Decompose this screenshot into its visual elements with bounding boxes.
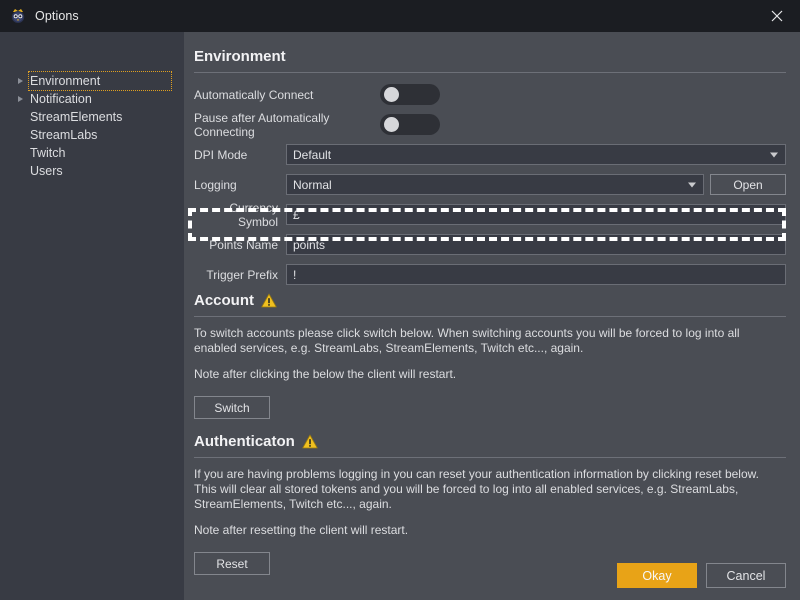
authentication-heading: Authenticaton <box>194 433 295 450</box>
pause-after-connecting-label: Pause after Automatically Connecting <box>194 110 330 139</box>
automatically-connect-toggle[interactable] <box>380 84 440 105</box>
currency-symbol-value: £ <box>293 207 300 222</box>
main-content-panel: Environment Automatically Connect Pause … <box>184 32 800 600</box>
dialog-footer: Okay Cancel <box>617 563 786 588</box>
toggle-knob <box>384 87 399 102</box>
account-paragraph-2: Note after clicking the below the client… <box>194 367 457 381</box>
trigger-prefix-label: Trigger Prefix <box>206 267 278 282</box>
dpi-mode-value: Default <box>293 147 332 162</box>
switch-account-button[interactable]: Switch <box>194 396 270 419</box>
dpi-mode-select[interactable]: Default <box>286 144 786 165</box>
owl-mascot-icon <box>9 7 27 25</box>
currency-symbol-input[interactable]: £ <box>286 204 786 225</box>
trigger-prefix-input[interactable]: ! <box>286 264 786 285</box>
trigger-prefix-value: ! <box>293 267 297 282</box>
points-name-value: points <box>293 237 326 252</box>
sidebar-item-label: Twitch <box>30 145 66 160</box>
toggle-knob <box>384 117 399 132</box>
title-bar: Options <box>0 0 800 32</box>
logging-label: Logging <box>194 177 237 192</box>
account-paragraph-1: To switch accounts please click switch b… <box>194 326 740 355</box>
sidebar-item-label: StreamElements <box>30 109 123 124</box>
chevron-down-icon <box>770 152 778 157</box>
row-automatically-connect: Automatically Connect <box>194 82 786 107</box>
logging-value: Normal <box>293 177 332 192</box>
page-title: Environment <box>194 48 286 65</box>
authentication-paragraph-2: Note after resetting the client will res… <box>194 523 409 537</box>
divider <box>194 72 786 73</box>
sidebar-item-label: Notification <box>30 91 92 106</box>
sidebar-item-notification[interactable]: Notification <box>0 90 184 108</box>
dpi-mode-label: DPI Mode <box>194 147 248 162</box>
row-pause-after-connecting: Pause after Automatically Connecting <box>194 110 786 139</box>
cancel-button[interactable]: Cancel <box>706 563 786 588</box>
points-name-input[interactable]: points <box>286 234 786 255</box>
selection-outline <box>28 71 172 91</box>
divider <box>194 316 786 317</box>
okay-button[interactable]: Okay <box>617 563 697 588</box>
automatically-connect-label: Automatically Connect <box>194 87 314 102</box>
currency-symbol-label: Currency Symbol <box>229 200 278 229</box>
sidebar-item-label: StreamLabs <box>30 127 98 142</box>
logging-select[interactable]: Normal <box>286 174 704 195</box>
chevron-right-icon[interactable] <box>18 78 23 84</box>
points-name-label: Points Name <box>209 237 278 252</box>
row-logging: Logging Normal Open <box>194 172 786 197</box>
warning-triangle-icon <box>302 434 318 449</box>
sidebar-item-environment[interactable]: Environment <box>0 71 184 91</box>
window-title: Options <box>35 9 79 23</box>
authentication-paragraph-1: If you are having problems logging in yo… <box>194 467 759 511</box>
row-trigger-prefix: Trigger Prefix ! <box>194 262 786 287</box>
sidebar-item-twitch[interactable]: Twitch <box>0 144 184 162</box>
divider <box>194 457 786 458</box>
pause-after-connecting-toggle[interactable] <box>380 114 440 135</box>
sidebar-item-label: Users <box>30 163 63 178</box>
account-section-header: Account <box>194 292 786 309</box>
open-log-button[interactable]: Open <box>710 174 786 195</box>
row-points-name: Points Name points <box>194 232 786 257</box>
chevron-down-icon <box>688 182 696 187</box>
account-heading: Account <box>194 292 254 309</box>
sidebar-item-users[interactable]: Users <box>0 162 184 180</box>
sidebar-item-streamlabs[interactable]: StreamLabs <box>0 126 184 144</box>
close-icon[interactable] <box>754 0 800 32</box>
row-dpi-mode: DPI Mode Default <box>194 142 786 167</box>
reset-authentication-button[interactable]: Reset <box>194 552 270 575</box>
chevron-right-icon[interactable] <box>18 96 23 102</box>
row-currency-symbol: Currency Symbol £ <box>194 200 786 229</box>
authentication-section-header: Authenticaton <box>194 433 786 450</box>
warning-triangle-icon <box>261 293 277 308</box>
sidebar-nav-tree: Environment Notification StreamElements … <box>0 32 184 600</box>
environment-section-header: Environment <box>194 48 786 65</box>
sidebar-item-streamelements[interactable]: StreamElements <box>0 108 184 126</box>
